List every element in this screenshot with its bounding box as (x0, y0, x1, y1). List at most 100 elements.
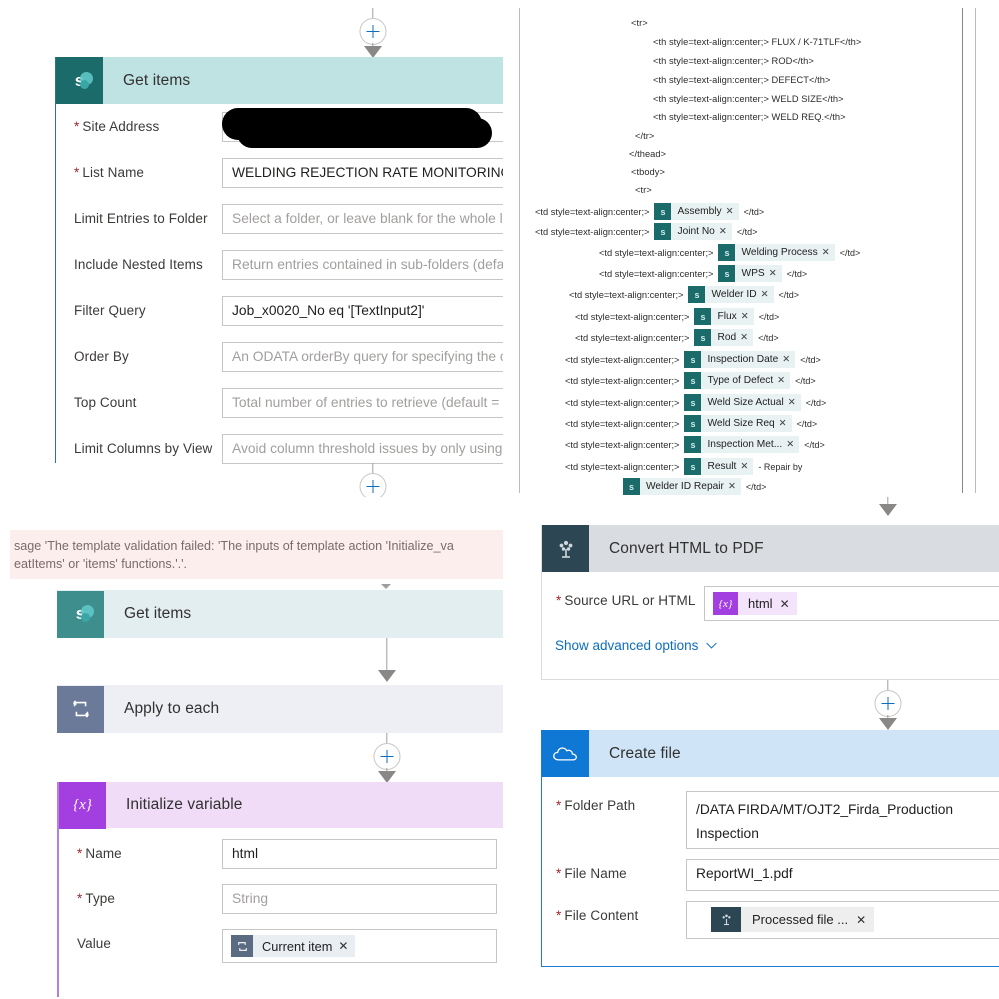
list-name-input[interactable]: WELDING REJECTION RATE MONITORING (222, 158, 503, 188)
pdf-tree-glyph (559, 540, 572, 558)
convert-card-title: Convert HTML to PDF (609, 539, 764, 557)
pdf-tree-icon (711, 907, 741, 932)
filter-query-input[interactable]: Job_x0020_No eq '[TextInput2]' (222, 296, 503, 326)
token-remove-icon[interactable]: ✕ (779, 418, 792, 429)
dynamic-content-token[interactable]: s Inspection Date ✕ (684, 351, 796, 368)
dynamic-content-token[interactable]: s Type of Defect ✕ (684, 372, 791, 389)
dynamic-content-token[interactable]: s WPS ✕ (718, 265, 782, 282)
token-remove-icon[interactable]: ✕ (740, 461, 753, 472)
get-items-card-header[interactable]: s Get items (56, 57, 503, 104)
code-token-line: <td style=text-align:center;> s Weld Size … (565, 415, 817, 432)
dynamic-content-token[interactable]: s Joint No ✕ (654, 223, 732, 240)
token-remove-icon[interactable]: ✕ (780, 597, 797, 611)
order-by-input[interactable]: An ODATA orderBy query for specifying th… (222, 342, 503, 372)
code-line-prefix: <td style=text-align:center;> (599, 247, 714, 258)
token-remove-icon[interactable]: ✕ (719, 226, 732, 237)
get-items-card-title: Get items (123, 71, 191, 89)
variable-name-input[interactable]: html (222, 839, 497, 869)
code-line-prefix: <td style=text-align:center;> (575, 311, 690, 322)
variable-value-input[interactable]: Current item ✕ (222, 929, 497, 963)
token-remove-icon[interactable]: ✕ (726, 206, 739, 217)
top-count-input[interactable]: Total number of entries to retrieve (def… (222, 388, 503, 418)
field-label-file-content: * File Content (556, 908, 639, 923)
panel-get-items-detail: s Get items *Site Address F *List Name W… (0, 0, 503, 497)
source-url-or-html-input[interactable]: {x} html ✕ (704, 586, 999, 621)
token-html-label: html (748, 596, 773, 611)
add-step-button[interactable] (373, 743, 401, 770)
code-line-prefix: <td style=text-align:center;> (535, 206, 650, 217)
dynamic-content-token[interactable]: s Result ✕ (684, 458, 754, 475)
dynamic-content-token[interactable]: s Assembly ✕ (654, 203, 739, 220)
flow-card-apply-to-each[interactable]: Apply to each (57, 685, 503, 733)
token-remove-icon[interactable]: ✕ (788, 397, 801, 408)
token-remove-icon[interactable]: ✕ (741, 311, 754, 322)
flow-card-get-items[interactable]: s Get items (57, 590, 503, 638)
field-label-limit-entries-to-folder: Limit Entries to Folder (74, 211, 208, 226)
dynamic-content-token[interactable]: s Weld Size Req ✕ (684, 415, 792, 432)
token-remove-icon[interactable]: ✕ (782, 354, 795, 365)
token-remove-icon[interactable]: ✕ (761, 289, 774, 300)
show-advanced-options-link[interactable]: Show advanced options (555, 638, 718, 653)
token-remove-icon[interactable]: ✕ (338, 939, 355, 953)
code-line-suffix: </td> (758, 311, 780, 322)
flow-card-initialize-variable-header[interactable]: {x} Initialize variable (59, 781, 503, 829)
file-name-input[interactable]: ReportWI_1.pdf (686, 859, 999, 891)
token-remove-icon[interactable]: ✕ (786, 439, 799, 450)
flow-card-apply-to-each-header[interactable]: Apply to each (57, 685, 503, 733)
token-current-item-label: Current item (262, 938, 333, 954)
code-token-line: <td style=text-align:center;> s Inspection… (565, 351, 821, 368)
collapse-caret-icon[interactable] (381, 584, 391, 589)
token-remove-icon[interactable]: ✕ (740, 332, 753, 343)
file-content-input[interactable]: Processed file ... ✕ (686, 901, 999, 939)
loop-icon (231, 935, 253, 957)
folder-path-input[interactable]: /DATA FIRDA/MT/OJT2_Firda_Production Ins… (686, 791, 999, 849)
code-line-suffix: </td> (795, 375, 816, 386)
field-row-limit-entries-to-folder: Limit Entries to Folder Select a folder,… (56, 204, 503, 250)
flow-card-initialize-variable[interactable]: {x} Initialize variable * Name html * Type… (57, 781, 503, 997)
code-line-suffix: </td> (743, 206, 765, 217)
create-file-card-body: * Folder Path /DATA FIRDA/MT/OJT2_Firda_P… (542, 791, 999, 939)
field-label-include-nested-items: Include Nested Items (74, 257, 203, 272)
variable-type-select[interactable]: String (222, 884, 497, 914)
code-token-line: <td style=text-align:center;> s WPS ✕ </td> (599, 265, 807, 282)
dynamic-content-token[interactable]: s Welder ID Repair ✕ (623, 478, 741, 495)
token-remove-icon[interactable]: ✕ (822, 247, 835, 258)
add-step-button[interactable] (359, 473, 387, 497)
code-token-line: <td style=text-align:center;> s Weld Size … (565, 394, 826, 411)
token-processed-file[interactable]: Processed file ... ✕ (711, 907, 875, 932)
dynamic-content-token[interactable]: s Inspection Met... ✕ (684, 436, 800, 453)
convert-card-header[interactable]: Convert HTML to PDF (542, 525, 999, 572)
limit-entries-to-folder-input[interactable]: Select a folder, or leave blank for the … (222, 204, 503, 234)
flow-card-get-items-header[interactable]: s Get items (57, 590, 503, 638)
dynamic-content-token[interactable]: s Weld Size Actual ✕ (684, 394, 801, 411)
error-message-line2: eatItems' or 'items' functions.'.'. (14, 557, 188, 571)
folder-path-line2: Inspection (696, 826, 759, 841)
token-current-item[interactable]: Current item ✕ (231, 935, 356, 957)
token-remove-icon[interactable]: ✕ (769, 268, 782, 279)
token-remove-icon[interactable]: ✕ (777, 375, 790, 386)
code-line-prefix: <td style=text-align:center;> (599, 268, 714, 279)
add-step-button[interactable] (874, 690, 902, 717)
dynamic-content-token[interactable]: s Rod ✕ (694, 329, 754, 346)
editor-scroll-rule[interactable] (975, 8, 977, 493)
dynamic-content-token[interactable]: s Welder ID ✕ (688, 286, 774, 303)
required-marker: * (77, 891, 83, 906)
code-line: <th style=text-align:center;> FLUX / K-7… (653, 37, 862, 47)
sharepoint-icon: s (718, 265, 736, 282)
code-line: </tr> (635, 131, 655, 141)
dynamic-content-token[interactable]: s Welding Process ✕ (718, 244, 835, 261)
token-html-variable[interactable]: {x} html ✕ (713, 592, 797, 615)
limit-columns-by-view-input[interactable]: Avoid column threshold issues by only us… (222, 434, 503, 464)
create-file-card-header[interactable]: Create file (542, 730, 999, 777)
token-remove-icon[interactable]: ✕ (728, 481, 741, 492)
include-nested-items-input[interactable]: Return entries contained in sub-folders … (222, 250, 503, 280)
dynamic-content-token-label: Assembly (677, 206, 722, 217)
token-remove-icon[interactable]: ✕ (856, 913, 874, 927)
add-step-button[interactable] (359, 18, 387, 45)
create-file-card[interactable]: Create file * Folder Path /DATA FIRDA/MT/… (541, 730, 999, 967)
convert-html-to-pdf-card[interactable]: Convert HTML to PDF * Source URL or HTML … (541, 525, 999, 680)
dynamic-content-token-label: Inspection Met... (707, 439, 783, 450)
dynamic-content-token-label: Weld Size Req (707, 418, 775, 429)
field-row-source-url-or-html: * Source URL or HTML {x} html ✕ (542, 586, 999, 621)
dynamic-content-token[interactable]: s Flux ✕ (694, 308, 754, 325)
